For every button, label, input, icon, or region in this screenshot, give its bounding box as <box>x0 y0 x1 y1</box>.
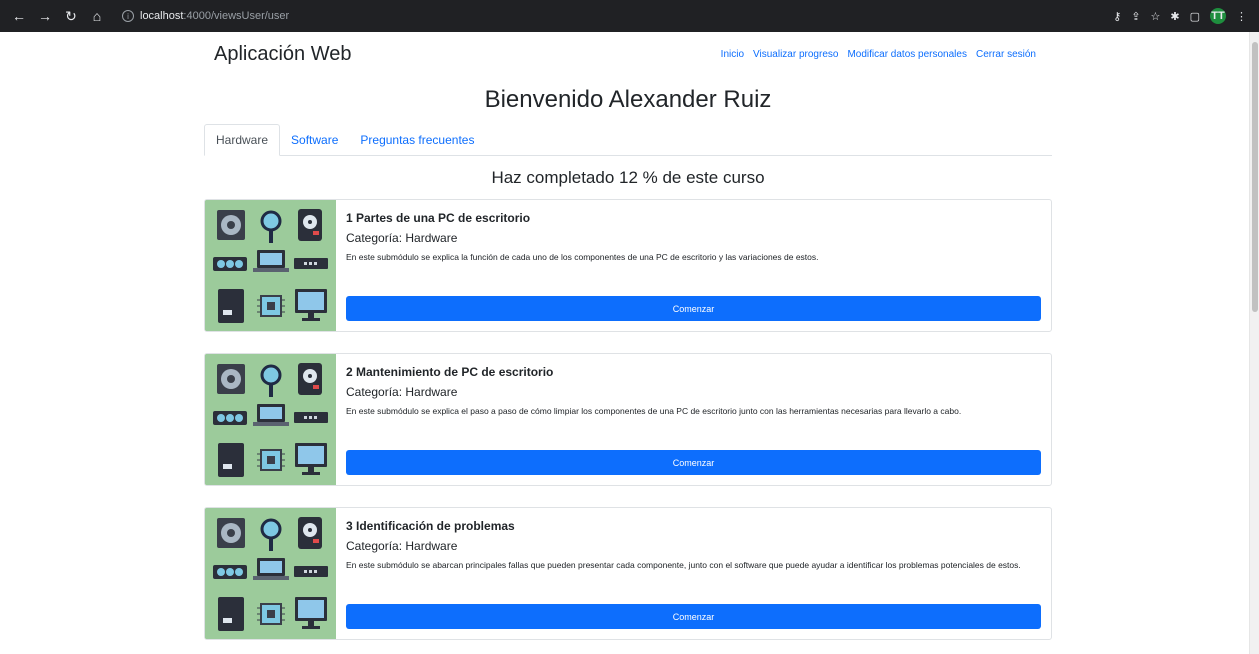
network-switch-icon <box>294 258 328 269</box>
brand-title[interactable]: Aplicación Web <box>214 43 351 66</box>
key-icon[interactable]: ⚷ <box>1113 10 1121 23</box>
network-switch-icon <box>294 566 328 577</box>
graphics-card-icon <box>213 411 247 425</box>
power-supply-icon <box>218 443 244 477</box>
start-button[interactable]: Comenzar <box>346 604 1041 629</box>
star-icon[interactable]: ☆ <box>1151 10 1161 23</box>
module-description: En este submódulo se explica el paso a p… <box>346 406 962 416</box>
browser-toolbar: ← → ↻ ⌂ i localhost :4000/viewsUser/user… <box>0 0 1259 32</box>
module-card: 3 Identificación de problemas Categoría:… <box>204 507 1052 640</box>
home-icon[interactable]: ⌂ <box>90 8 104 24</box>
power-supply-icon <box>218 289 244 323</box>
start-button[interactable]: Comenzar <box>346 450 1041 475</box>
hardware-illustration <box>205 200 336 331</box>
start-button[interactable]: Comenzar <box>346 296 1041 321</box>
hardware-illustration <box>205 354 336 485</box>
nav-link-cerrar-sesion[interactable]: Cerrar sesión <box>976 49 1036 60</box>
network-switch-icon <box>294 412 328 423</box>
tab-preguntas[interactable]: Preguntas frecuentes <box>349 125 485 155</box>
page-container: Aplicación Web Inicio Visualizar progres… <box>204 32 1052 640</box>
processor-chip-icon <box>257 603 285 625</box>
module-category: Categoría: Hardware <box>346 539 458 553</box>
nav-link-datos[interactable]: Modificar datos personales <box>847 49 967 60</box>
share-icon[interactable]: ⇪ <box>1131 10 1140 23</box>
hard-drive-icon <box>298 209 322 241</box>
module-title: 3 Identificación de problemas <box>346 519 515 533</box>
module-card: 2 Mantenimiento de PC de escritorio Cate… <box>204 353 1052 486</box>
progress-text: Haz completado 12 % de este curso <box>491 168 765 187</box>
laptop-icon <box>253 250 289 272</box>
processor-chip-icon <box>257 295 285 317</box>
laptop-icon <box>253 558 289 580</box>
address-bar[interactable]: i localhost :4000/viewsUser/user <box>122 5 1113 27</box>
power-supply-icon <box>218 597 244 631</box>
tab-software[interactable]: Software <box>280 125 349 155</box>
extensions-icon[interactable]: ✱ <box>1170 10 1179 23</box>
module-category: Categoría: Hardware <box>346 231 458 245</box>
nav-link-progreso[interactable]: Visualizar progreso <box>753 49 838 60</box>
sidepanel-icon[interactable]: ▢ <box>1190 10 1200 23</box>
cpu-fan-icon <box>217 364 245 394</box>
scrollbar-thumb[interactable] <box>1252 42 1258 312</box>
graphics-card-icon <box>213 565 247 579</box>
profile-avatar[interactable]: TT <box>1210 8 1226 24</box>
hard-drive-icon <box>298 517 322 549</box>
nav-link-inicio[interactable]: Inicio <box>721 49 744 60</box>
module-card: 1 Partes de una PC de escritorio Categor… <box>204 199 1052 332</box>
navbar: Aplicación Web Inicio Visualizar progres… <box>204 32 1052 76</box>
menu-icon[interactable]: ⋮ <box>1236 10 1247 23</box>
module-category: Categoría: Hardware <box>346 385 458 399</box>
module-description: En este submódulo se explica la función … <box>346 252 819 262</box>
hardware-illustration <box>205 508 336 639</box>
forward-arrow-icon[interactable]: → <box>38 8 52 24</box>
info-icon[interactable]: i <box>122 10 134 22</box>
module-title: 2 Mantenimiento de PC de escritorio <box>346 365 554 379</box>
reload-icon[interactable]: ↻ <box>64 8 78 25</box>
cpu-fan-icon <box>217 210 245 240</box>
tab-bar: Hardware Software Preguntas frecuentes <box>204 124 1052 156</box>
url-host: localhost <box>140 10 184 22</box>
back-arrow-icon[interactable]: ← <box>12 8 26 24</box>
cpu-fan-icon <box>217 518 245 548</box>
processor-chip-icon <box>257 449 285 471</box>
module-title: 1 Partes de una PC de escritorio <box>346 211 531 225</box>
hard-drive-icon <box>298 363 322 395</box>
nav-links: Inicio Visualizar progreso Modificar dat… <box>721 49 1036 60</box>
module-description: En este submódulo se abarcan principales… <box>346 560 1021 570</box>
laptop-icon <box>253 404 289 426</box>
tab-hardware[interactable]: Hardware <box>204 124 281 156</box>
page-scrollbar[interactable] <box>1249 32 1259 654</box>
graphics-card-icon <box>213 257 247 271</box>
welcome-heading: Bienvenido Alexander Ruiz <box>484 86 772 113</box>
module-list: 1 Partes de una PC de escritorio Categor… <box>204 199 1052 640</box>
url-path: :4000/viewsUser/user <box>183 10 290 22</box>
